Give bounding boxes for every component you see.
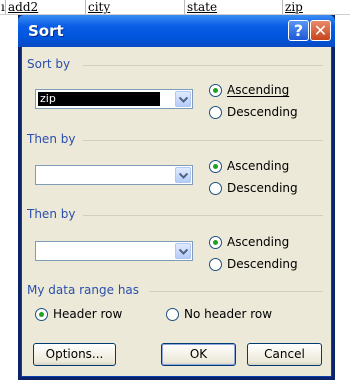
dialog-title: Sort [28, 22, 64, 40]
close-icon: ✕ [313, 21, 328, 40]
radio-button[interactable] [209, 84, 222, 97]
column-header-zip[interactable]: zip [282, 0, 350, 14]
no-header-row-label: No header row [184, 307, 273, 321]
radio-button[interactable] [209, 160, 222, 173]
then-by-ascending-label: Ascending [227, 235, 290, 249]
group-divider [83, 65, 323, 66]
sort-by-ascending-label: Ascending [227, 83, 290, 97]
column-header-add2[interactable]: add2 [5, 0, 85, 14]
chevron-down-icon [179, 97, 188, 103]
sort-by-descending-label: Descending [227, 105, 298, 119]
then-by-select[interactable] [35, 241, 193, 261]
help-button[interactable]: ? [288, 20, 309, 41]
chevron-down-icon [179, 173, 188, 179]
spreadsheet-header-row: ı add2 city state zip [0, 0, 350, 15]
column-header-state[interactable]: state [184, 0, 282, 14]
then-by-descending-label: Descending [227, 257, 298, 271]
dropdown-button[interactable] [175, 91, 191, 107]
radio-button[interactable] [209, 182, 222, 195]
dropdown-button[interactable] [175, 243, 191, 259]
radio-button[interactable] [166, 308, 179, 321]
then-by-label: Then by [27, 132, 76, 146]
column-header-city[interactable]: city [85, 0, 184, 14]
radio-button[interactable] [209, 236, 222, 249]
options-button[interactable]: Options... [33, 343, 116, 366]
header-row-label: Header row [53, 307, 123, 321]
data-range-label: My data range has [27, 283, 140, 297]
then-by-select[interactable] [35, 165, 193, 185]
ok-button[interactable]: OK [161, 343, 236, 366]
then-by-value [38, 244, 160, 258]
radio-button[interactable] [209, 106, 222, 119]
then-by-descending-label: Descending [227, 181, 298, 195]
cancel-button[interactable]: Cancel [247, 343, 322, 366]
group-divider [149, 291, 323, 292]
sort-by-value: zip [38, 92, 160, 106]
then-by-ascending-label: Ascending [227, 159, 290, 173]
dropdown-button[interactable] [175, 167, 191, 183]
group-divider [83, 215, 323, 216]
radio-button[interactable] [35, 308, 48, 321]
radio-button[interactable] [209, 258, 222, 271]
dialog-content: Sort by zip Ascending Descending Then by [21, 47, 332, 377]
sort-by-label: Sort by [27, 57, 71, 71]
chevron-down-icon [179, 249, 188, 255]
sort-dialog: Sort ? ✕ Sort by zip Ascending Descendin… [18, 15, 335, 380]
group-divider [83, 140, 323, 141]
close-button[interactable]: ✕ [310, 20, 331, 41]
then-by-value [38, 168, 160, 182]
then-by-label: Then by [27, 207, 76, 221]
sort-by-select[interactable]: zip [35, 89, 193, 109]
help-icon: ? [293, 21, 304, 40]
title-bar[interactable]: Sort ? ✕ [18, 15, 335, 47]
